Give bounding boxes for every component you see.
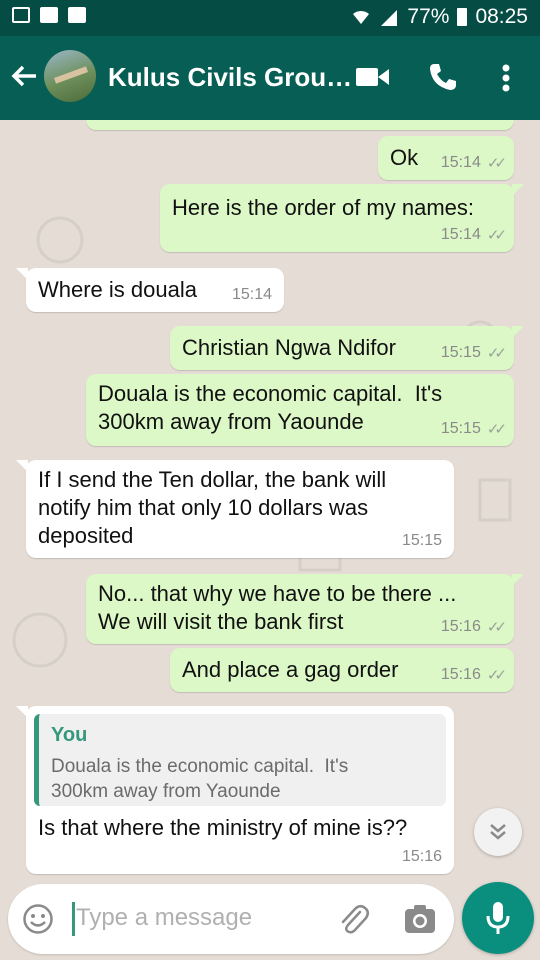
battery-percent: 77% [407,5,450,28]
previous-message-bubble [86,120,514,130]
message-text: If I send the Ten dollar, the bank will … [38,467,387,548]
message-text: No... that why we have to be there ... W… [98,581,457,634]
message-text: Douala is the economic capital. It's 300… [98,381,443,434]
message-text: Christian Ngwa Ndifor [182,335,396,360]
message-time: 15:14 [440,154,481,171]
camera-icon[interactable] [404,904,436,939]
more-options-icon[interactable] [502,64,510,97]
message-text: And place a gag order [182,657,399,682]
video-call-icon[interactable] [356,66,390,93]
attach-icon[interactable] [338,902,370,941]
message-text: Is that where the ministry of mine is?? [38,815,408,840]
battery-icon [457,8,468,26]
message-bubble[interactable]: Here is the order of my names: 15:14 ✓✓ [160,184,524,252]
group-avatar[interactable] [44,50,96,102]
message-input[interactable]: Type a message [76,904,252,932]
message-bubble[interactable]: Where is douala 15:14 [16,268,284,312]
message-text: Here is the order of my names: [172,195,475,220]
message-time: 15:14 [231,286,272,303]
message-time: 15:16 [401,848,442,865]
message-time: 15:16 [440,666,481,683]
message-time: 15:15 [440,420,481,437]
message-bubble[interactable]: Douala is the economic capital. It's 300… [86,374,514,446]
text-cursor [72,902,75,936]
gallery-icon [12,7,30,23]
status-bar: 77% 08:25 [0,0,540,36]
youtube-icon [40,7,58,23]
chat-header: Kulus Civils Grou… [0,36,540,120]
quoted-text: Douala is the economic capital. It's 300… [51,756,349,802]
chat-area[interactable]: Ok 15:14 ✓✓ Here is the order of my names… [0,120,540,880]
wifi-icon [353,10,370,24]
microphone-button[interactable] [462,882,534,954]
message-bubble[interactable]: Christian Ngwa Ndifor 15:15 ✓✓ [170,326,524,370]
message-composer: Type a message [8,884,454,954]
message-time: 15:14 [440,226,481,243]
message-time: 15:15 [401,532,442,549]
microphone-icon [486,902,510,934]
message-bubble[interactable]: No... that why we have to be there ... W… [86,574,524,644]
notification-icons [12,7,86,23]
quoted-author: You [51,724,88,746]
message-bubble[interactable]: If I send the Ten dollar, the bank will … [16,460,454,558]
read-ticks-icon: ✓✓ [486,227,507,244]
read-ticks-icon: ✓✓ [486,421,507,438]
quoted-message[interactable]: You Douala is the economic capital. It's… [34,714,446,806]
double-chevron-down-icon [490,824,506,840]
message-time: 15:16 [440,618,481,635]
scroll-to-bottom-button[interactable] [474,808,522,856]
message-bubble[interactable]: Ok 15:14 ✓✓ [378,136,514,180]
message-text: Where is douala [38,277,197,302]
read-ticks-icon: ✓✓ [486,345,507,362]
group-title[interactable]: Kulus Civils Grou… [108,62,352,93]
message-text: Ok [390,145,419,170]
message-bubble[interactable]: And place a gag order 15:16 ✓✓ [170,648,514,692]
signal-icon [381,10,398,26]
read-ticks-icon: ✓✓ [486,155,507,172]
message-time: 15:15 [440,344,481,361]
reply-message-bubble[interactable]: You Douala is the economic capital. It's… [16,706,454,874]
read-ticks-icon: ✓✓ [486,667,507,684]
facebook-icon [68,7,86,23]
clock: 08:25 [475,5,528,28]
voice-call-icon[interactable] [428,62,458,97]
read-ticks-icon: ✓✓ [486,619,507,636]
emoji-icon[interactable] [22,903,54,940]
back-arrow-icon[interactable] [10,62,38,96]
